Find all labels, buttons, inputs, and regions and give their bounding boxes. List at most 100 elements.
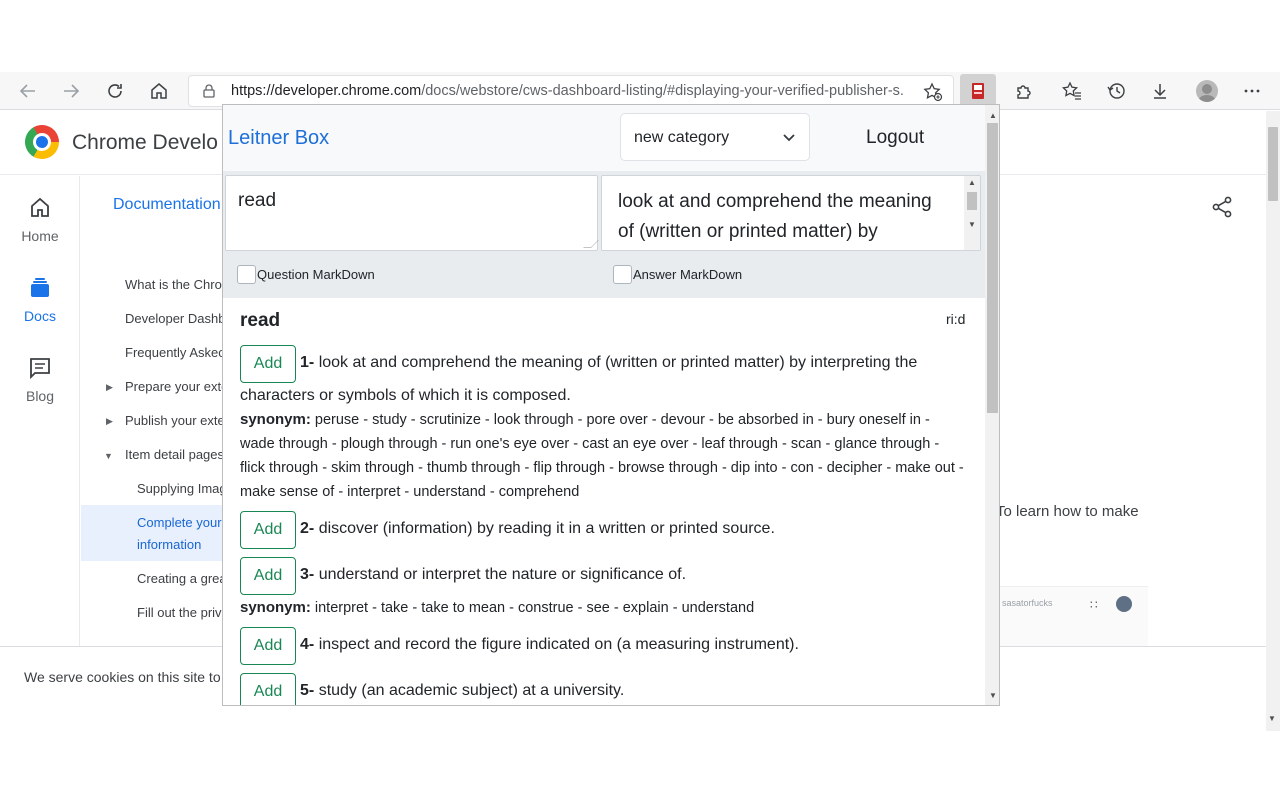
scroll-up-icon[interactable]: ▲ xyxy=(989,111,997,120)
rail-item-docs[interactable]: Docs xyxy=(0,276,80,324)
scroll-down-icon[interactable]: ▼ xyxy=(989,691,997,700)
definition-number: 1- xyxy=(300,354,315,371)
nav-item[interactable]: Item detail pages xyxy=(125,447,224,462)
caret-right-icon[interactable]: ▶ xyxy=(106,382,113,393)
site-title[interactable]: Chrome Develo xyxy=(72,131,218,155)
question-markdown-label: Question MarkDown xyxy=(257,267,375,282)
definition-5: 5- study (an academic subject) at a univ… xyxy=(240,674,960,705)
question-textarea[interactable]: read xyxy=(225,175,599,251)
nav-item[interactable]: Developer Dashb xyxy=(125,311,225,326)
url-path: /docs/webstore/cws-dashboard-listing/#di… xyxy=(421,83,903,99)
leitner-box-icon xyxy=(972,83,984,99)
rail-label-home: Home xyxy=(21,228,59,244)
definition-3: 3- understand or interpret the nature or… xyxy=(240,558,960,591)
definition-text: understand or interpret the nature or si… xyxy=(318,566,687,583)
resize-handle-icon[interactable] xyxy=(583,240,599,248)
home-icon xyxy=(31,197,49,217)
synonym-label: synonym: xyxy=(240,599,311,616)
downloads-button[interactable] xyxy=(1145,76,1175,106)
nav-item[interactable]: Frequently Askec xyxy=(125,345,225,360)
caret-down-icon[interactable]: ▼ xyxy=(104,451,113,461)
puzzle-icon xyxy=(1017,85,1031,99)
reload-button[interactable] xyxy=(100,76,130,106)
category-value: new category xyxy=(634,129,730,146)
menu-button[interactable] xyxy=(1237,76,1267,106)
category-select[interactable]: new category xyxy=(620,113,810,161)
back-arrow-icon xyxy=(19,84,35,98)
scroll-up-icon[interactable]: ▲ xyxy=(968,178,976,187)
definition-1: 1- look at and comprehend the meaning of… xyxy=(240,346,960,412)
definition-text: discover (information) by reading it in … xyxy=(318,520,775,537)
answer-markdown-toggle: Answer MarkDown xyxy=(601,253,981,294)
logout-button[interactable]: Logout xyxy=(866,127,924,149)
rail-item-home[interactable]: Home xyxy=(0,196,80,244)
answer-markdown-label: Answer MarkDown xyxy=(633,267,743,282)
nav-item[interactable]: What is the Chro xyxy=(125,277,222,292)
blog-icon xyxy=(30,358,50,380)
leitner-extension-button[interactable] xyxy=(960,74,996,108)
scroll-down-icon[interactable]: ▼ xyxy=(968,220,976,229)
favorites-button[interactable] xyxy=(1057,76,1087,106)
definition-text: study (an academic subject) at a univers… xyxy=(318,682,625,699)
headword: read xyxy=(240,310,281,331)
popup-scrollbar[interactable]: ▲ ▼ xyxy=(985,105,999,705)
definition-number: 5- xyxy=(300,682,315,699)
nav-item[interactable]: Fill out the priv xyxy=(137,605,222,620)
nav-item[interactable]: Prepare your exte xyxy=(125,379,228,394)
definition-text: inspect and record the figure indicated … xyxy=(318,636,799,653)
home-button[interactable] xyxy=(144,76,174,106)
synonyms-1: synonym: peruse - study - scrutinize - l… xyxy=(240,408,965,504)
screenshot-image: sasatorfucks ∷ xyxy=(996,586,1148,646)
extensions-button[interactable] xyxy=(1009,76,1039,106)
page-scrollbar[interactable]: ▼ xyxy=(1266,111,1280,731)
nav-item[interactable]: Complete your xyxy=(137,515,222,530)
nav-item[interactable]: Supplying Imag xyxy=(137,481,227,496)
definition-text: look at and comprehend the meaning of (w… xyxy=(240,354,918,404)
page-scrollbar-thumb[interactable] xyxy=(1268,127,1278,201)
answer-textarea[interactable]: look at and comprehend the meaning of (w… xyxy=(601,175,981,251)
question-markdown-checkbox[interactable] xyxy=(237,265,256,284)
definition-number: 2- xyxy=(300,520,315,537)
nav-item-selected[interactable] xyxy=(81,505,223,561)
scroll-down-icon[interactable]: ▼ xyxy=(1268,714,1276,723)
home-icon xyxy=(151,83,167,99)
screen: https://developer.chrome.com/docs/websto… xyxy=(0,0,1280,800)
brand-link[interactable]: Leitner Box xyxy=(228,127,329,150)
add-favorite-icon[interactable] xyxy=(923,82,943,102)
screenshot-text: sasatorfucks xyxy=(1002,598,1053,608)
forward-arrow-icon xyxy=(64,84,80,98)
answer-scrollbar-thumb[interactable] xyxy=(967,192,977,210)
definition-number: 3- xyxy=(300,566,315,583)
answer-markdown-checkbox[interactable] xyxy=(613,265,632,284)
docs-icon xyxy=(31,278,49,297)
definition-2: 2- discover (information) by reading it … xyxy=(240,512,960,545)
nav-item[interactable]: Creating a grea xyxy=(137,571,227,586)
answer-text: look at and comprehend the meaning of (w… xyxy=(618,191,932,242)
documentation-link[interactable]: Documentation xyxy=(113,196,221,214)
question-markdown-toggle: Question MarkDown xyxy=(225,253,598,294)
card-inputs: read look at and comprehend the meaning … xyxy=(223,171,985,298)
address-bar[interactable]: https://developer.chrome.com/docs/websto… xyxy=(188,75,954,107)
nav-item[interactable]: Publish your exte xyxy=(125,413,225,428)
definition-4: 4- inspect and record the figure indicat… xyxy=(240,628,960,661)
definition-number: 4- xyxy=(300,636,315,653)
question-text: read xyxy=(238,190,277,211)
profile-avatar[interactable] xyxy=(1196,80,1218,102)
rail-item-blog[interactable]: Blog xyxy=(0,356,80,404)
dictionary-result: read ri:d Add 1- look at and comprehend … xyxy=(223,298,985,705)
popup-scrollbar-thumb[interactable] xyxy=(987,123,998,413)
share-icon[interactable] xyxy=(1210,195,1234,219)
answer-scrollbar[interactable]: ▲ ▼ xyxy=(964,176,980,250)
rail-label-docs: Docs xyxy=(24,308,56,324)
caret-right-icon[interactable]: ▶ xyxy=(106,416,113,427)
nav-item[interactable]: information xyxy=(137,537,201,552)
forward-button[interactable] xyxy=(56,76,86,106)
lock-icon xyxy=(203,84,215,98)
url-text: https://developer.chrome.com/docs/websto… xyxy=(231,83,903,99)
chrome-logo-icon[interactable] xyxy=(18,118,66,166)
back-button[interactable] xyxy=(13,76,43,106)
history-button[interactable] xyxy=(1101,76,1131,106)
apps-grid-icon: ∷ xyxy=(1090,598,1098,612)
synonym-list: peruse - study - scrutinize - look throu… xyxy=(240,412,964,500)
reload-icon xyxy=(108,84,122,98)
